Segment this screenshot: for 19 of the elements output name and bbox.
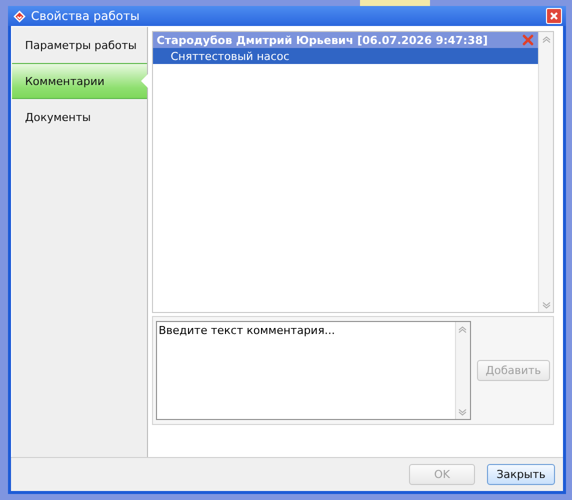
scroll-up-icon[interactable] (458, 326, 468, 332)
close-icon (549, 11, 559, 21)
delete-icon[interactable] (522, 34, 534, 46)
close-dialog-button[interactable]: Закрыть (487, 464, 555, 485)
sidebar-item[interactable]: Документы (12, 99, 147, 135)
scroll-up-icon[interactable] (542, 36, 550, 42)
comment-author: Стародубов Дмитрий Юрьевич [06.07.2026 9:47:38] (156, 34, 488, 46)
comment-input[interactable]: Введите текст комментария... (156, 321, 471, 420)
sidebar-item[interactable]: Параметры работы (12, 27, 147, 63)
sidebar-item[interactable]: Комментарии (12, 63, 147, 99)
comment-text[interactable]: Сняттестовый насос (152, 48, 538, 64)
scroll-down-icon[interactable] (542, 302, 550, 308)
background-cell (360, 0, 430, 6)
scrollbar[interactable] (454, 322, 470, 419)
window-title: Свойства работы (31, 9, 141, 23)
close-button[interactable] (546, 8, 562, 24)
diamond-logo-icon (13, 10, 26, 22)
scrollbar[interactable] (538, 32, 553, 312)
scroll-down-icon[interactable] (458, 408, 468, 416)
